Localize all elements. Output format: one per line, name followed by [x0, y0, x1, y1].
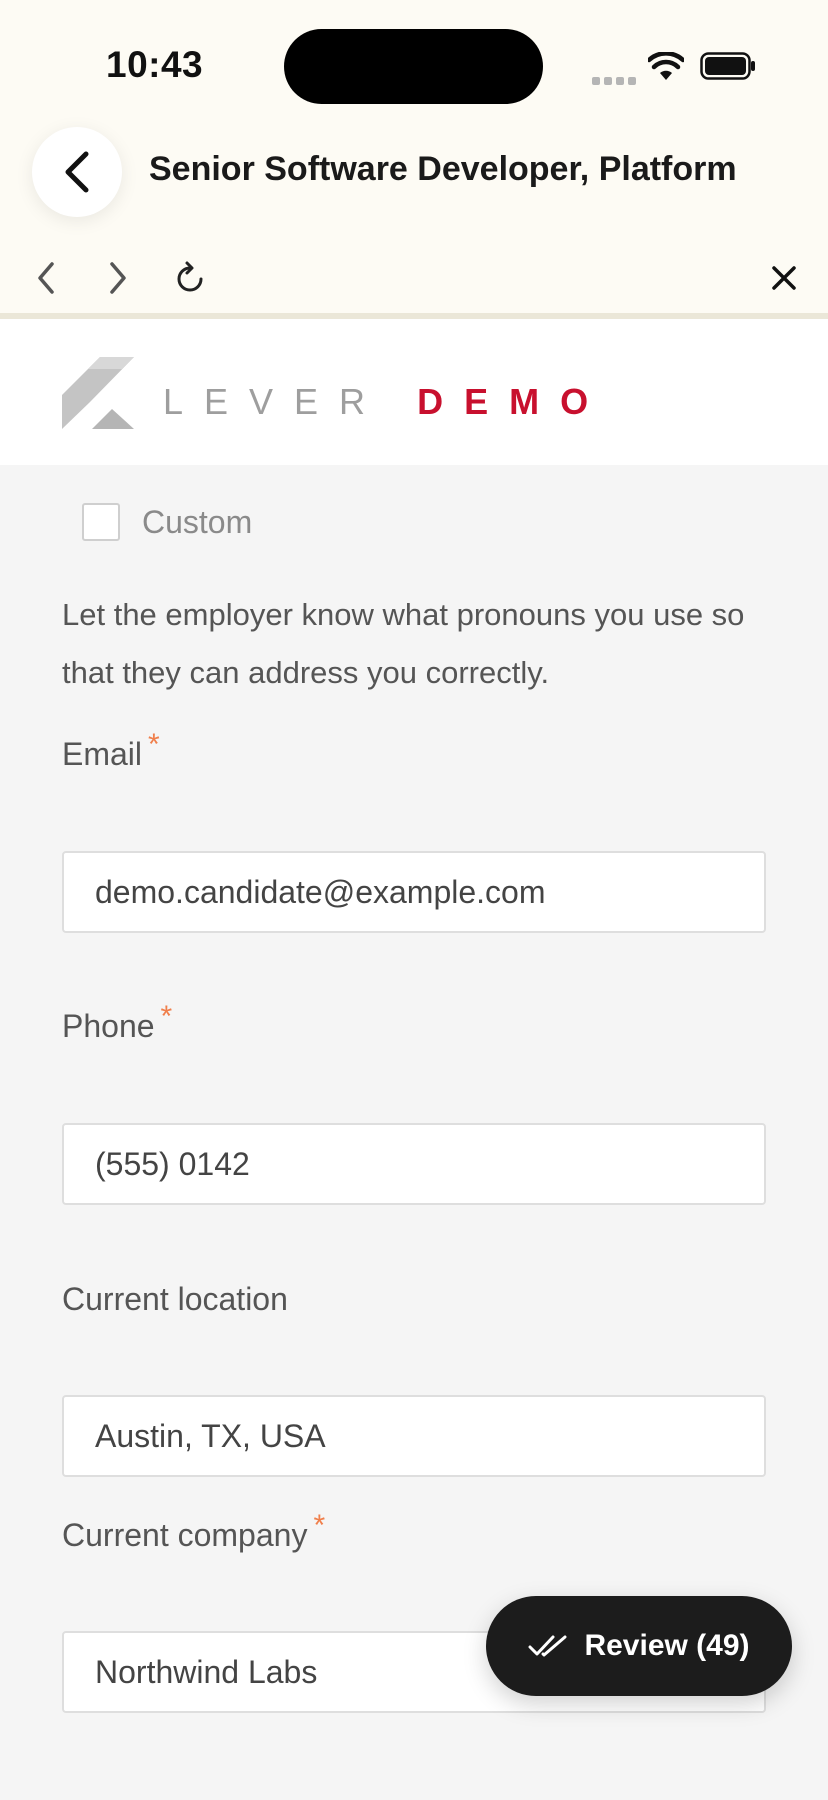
cellular-signal-icon: [592, 72, 648, 85]
logo-banner: LEVER DEMO: [0, 319, 828, 465]
pronoun-help-text: Let the employer know what pronouns you …: [62, 597, 745, 690]
location-label: Current location: [62, 1281, 288, 1318]
location-label-text: Current location: [62, 1281, 288, 1317]
review-button-label: Review (49): [584, 1629, 750, 1662]
status-time: 10:43: [106, 44, 204, 85]
wordmark-demo: DEMO: [417, 381, 610, 422]
browser-back-icon[interactable]: [26, 258, 66, 298]
email-input[interactable]: [64, 853, 764, 931]
location-field[interactable]: [62, 1395, 766, 1477]
company-label-text: Current company: [62, 1517, 308, 1553]
phone-input[interactable]: [64, 1125, 764, 1203]
email-label: Email *: [62, 728, 160, 773]
lever-logo-icon: [62, 357, 134, 434]
browser-nav-bar: [0, 250, 828, 306]
page-title: Senior Software Developer, Platform: [149, 150, 737, 188]
review-button[interactable]: Review (49): [486, 1596, 792, 1696]
custom-pronoun-option[interactable]: Custom: [82, 503, 252, 541]
phone-label: Phone *: [62, 1000, 172, 1045]
phone-field[interactable]: [62, 1123, 766, 1205]
browser-forward-icon[interactable]: [98, 258, 138, 298]
wordmark-lever: LEVER: [163, 381, 387, 422]
app-header: 10:43 Senior Software Developer, Platfor…: [0, 0, 828, 315]
company-wordmark: LEVER DEMO: [163, 381, 609, 423]
phone-label-text: Phone: [62, 1008, 155, 1044]
wifi-icon: [646, 51, 686, 87]
dynamic-island: [284, 29, 543, 104]
company-label: Current company *: [62, 1509, 325, 1554]
custom-checkbox-label: Custom: [142, 503, 253, 540]
email-label-text: Email: [62, 736, 143, 772]
reload-icon[interactable]: [170, 258, 210, 298]
close-icon[interactable]: [764, 258, 804, 298]
back-button[interactable]: [32, 127, 122, 217]
required-marker: *: [148, 728, 160, 761]
chevron-left-icon: [65, 151, 89, 193]
custom-checkbox[interactable]: [82, 503, 120, 541]
email-field[interactable]: [62, 851, 766, 933]
location-input[interactable]: [64, 1397, 764, 1475]
required-marker: *: [160, 1000, 173, 1033]
battery-icon: [700, 52, 756, 85]
required-marker: *: [313, 1509, 326, 1542]
double-check-icon: [528, 1635, 567, 1657]
